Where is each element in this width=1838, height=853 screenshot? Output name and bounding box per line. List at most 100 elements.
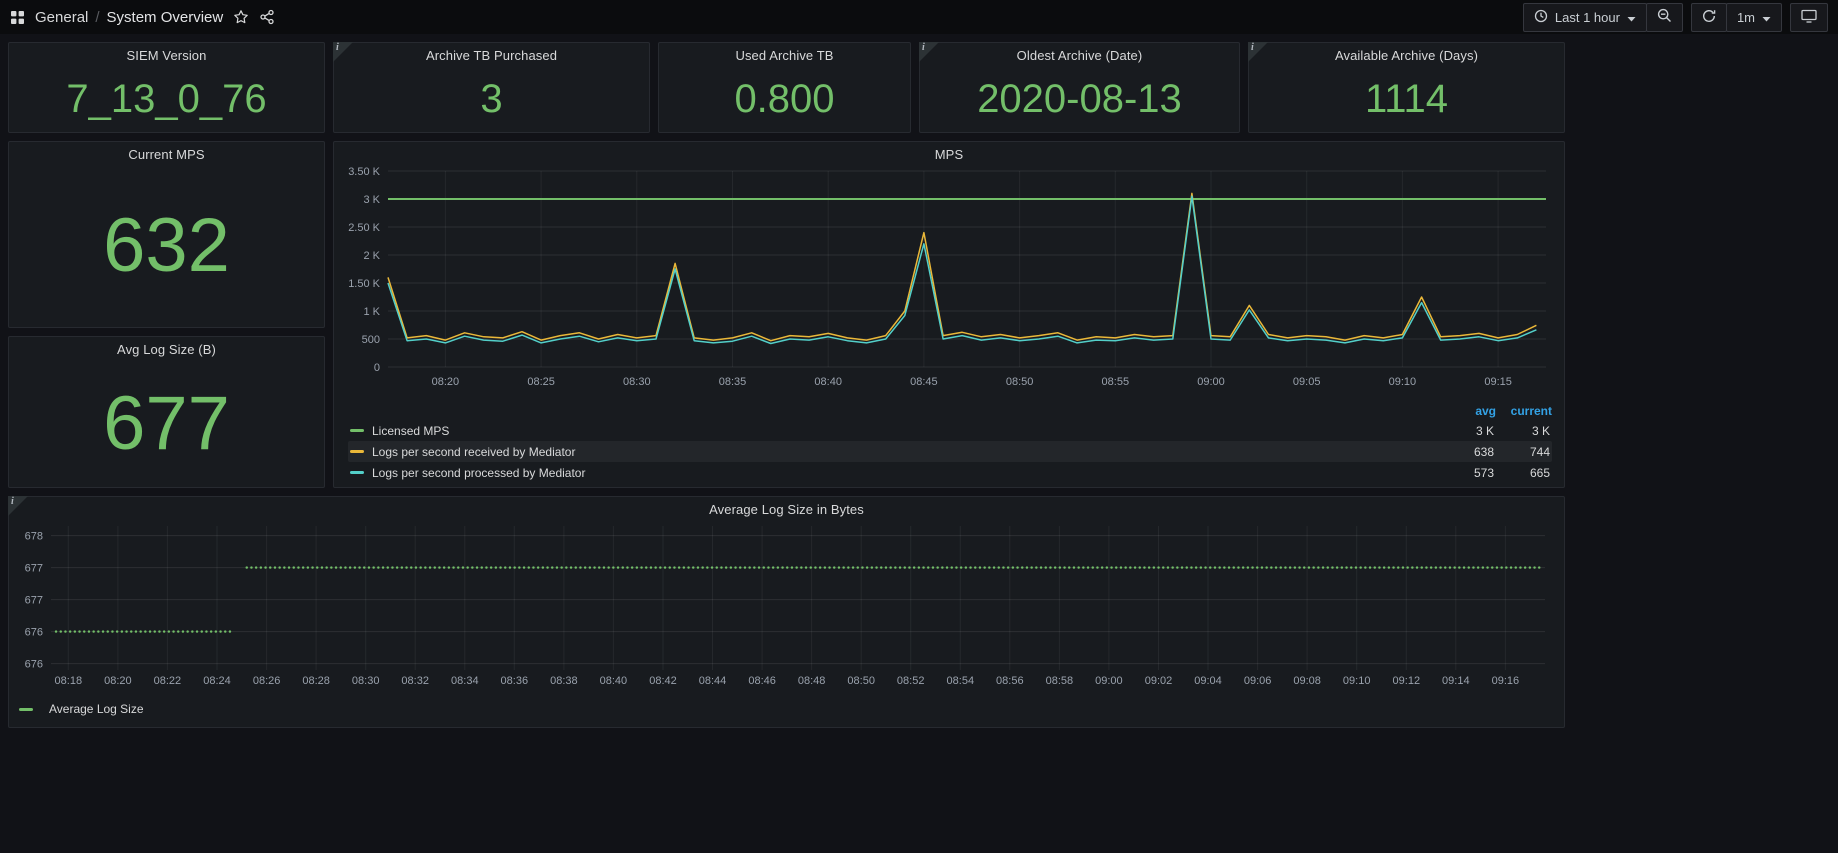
stat-panel-siem-version: SIEM Version 7_13_0_76	[8, 42, 325, 133]
svg-text:676: 676	[25, 659, 43, 671]
avg-log-size-legend: Average Log Size	[19, 699, 1564, 719]
panel-title: Used Archive TB	[659, 43, 910, 66]
svg-text:677: 677	[25, 595, 43, 607]
series-color-marker[interactable]	[350, 450, 364, 453]
stat-value: 632	[103, 208, 230, 284]
dashboards-grid-icon[interactable]	[10, 10, 25, 25]
series-current-value: 744	[1494, 445, 1550, 459]
breadcrumb-folder[interactable]: General	[35, 9, 88, 26]
kiosk-mode-button[interactable]	[1790, 3, 1828, 32]
panel-title: MPS	[334, 142, 1564, 161]
legend-row-received: Logs per second received by Mediator 638…	[348, 441, 1552, 462]
dashboard-title: System Overview	[107, 9, 224, 26]
svg-text:08:26: 08:26	[253, 675, 281, 687]
svg-text:676: 676	[25, 627, 43, 639]
panel-info-icon[interactable]	[8, 496, 28, 516]
series-avg-value: 573	[1438, 466, 1494, 480]
svg-text:09:10: 09:10	[1343, 675, 1371, 687]
svg-text:08:58: 08:58	[1046, 675, 1074, 687]
stat-panel-current-mps: Current MPS 632	[8, 141, 325, 328]
avg-log-size-chart[interactable]: 08:1808:2008:2208:2408:2608:2808:3008:32…	[17, 520, 1556, 699]
panel-title: SIEM Version	[9, 43, 324, 66]
svg-text:08:50: 08:50	[847, 675, 875, 687]
svg-text:08:32: 08:32	[401, 675, 429, 687]
panel-title: Current MPS	[9, 142, 324, 165]
svg-text:08:55: 08:55	[1102, 376, 1130, 388]
legend-header: avg current	[348, 402, 1552, 420]
svg-text:08:56: 08:56	[996, 675, 1024, 687]
legend-col-current[interactable]: current	[1496, 404, 1552, 418]
svg-text:09:06: 09:06	[1244, 675, 1272, 687]
svg-text:09:04: 09:04	[1194, 675, 1222, 687]
svg-text:08:30: 08:30	[623, 376, 651, 388]
svg-text:2.50 K: 2.50 K	[348, 222, 380, 234]
panel-title: Oldest Archive (Date)	[920, 43, 1239, 66]
svg-text:09:14: 09:14	[1442, 675, 1470, 687]
svg-text:08:30: 08:30	[352, 675, 380, 687]
panel-title: Average Log Size in Bytes	[9, 497, 1564, 520]
breadcrumb-separator: /	[95, 9, 99, 26]
svg-text:08:20: 08:20	[104, 675, 132, 687]
stat-value: 0.800	[734, 79, 834, 119]
stat-row: SIEM Version 7_13_0_76 Archive TB Purcha…	[8, 42, 1565, 133]
svg-text:1 K: 1 K	[363, 306, 380, 318]
panel-info-icon[interactable]	[333, 42, 353, 62]
series-label[interactable]: Logs per second received by Mediator	[372, 445, 1438, 459]
star-icon[interactable]	[233, 9, 249, 25]
panel-title: Archive TB Purchased	[334, 43, 649, 66]
stat-value: 3	[480, 79, 502, 119]
series-current-value: 665	[1494, 466, 1550, 480]
svg-text:09:00: 09:00	[1197, 376, 1225, 388]
svg-text:08:18: 08:18	[55, 675, 83, 687]
breadcrumb: General / System Overview	[35, 9, 223, 26]
svg-text:08:46: 08:46	[748, 675, 776, 687]
panel-info-icon[interactable]	[1248, 42, 1268, 62]
clock-icon	[1534, 9, 1548, 26]
monitor-icon	[1801, 9, 1817, 26]
svg-text:08:24: 08:24	[203, 675, 231, 687]
svg-text:08:42: 08:42	[649, 675, 677, 687]
series-label[interactable]: Logs per second processed by Mediator	[372, 466, 1438, 480]
svg-text:3 K: 3 K	[363, 194, 380, 206]
refresh-interval-label: 1m	[1737, 10, 1755, 25]
svg-text:08:54: 08:54	[947, 675, 975, 687]
series-color-marker[interactable]	[350, 429, 364, 432]
series-label[interactable]: Average Log Size	[49, 702, 144, 716]
svg-text:08:35: 08:35	[719, 376, 747, 388]
svg-text:08:44: 08:44	[699, 675, 727, 687]
svg-text:09:16: 09:16	[1492, 675, 1520, 687]
svg-text:08:45: 08:45	[910, 376, 938, 388]
svg-text:08:34: 08:34	[451, 675, 479, 687]
refresh-icon	[1702, 9, 1716, 26]
refresh-button[interactable]	[1691, 3, 1727, 32]
stat-panel-used-archive-tb: Used Archive TB 0.800	[658, 42, 911, 133]
zoom-out-button[interactable]	[1646, 3, 1683, 32]
series-color-marker[interactable]	[350, 471, 364, 474]
svg-text:08:25: 08:25	[527, 376, 555, 388]
panel-title: Avg Log Size (B)	[9, 337, 324, 360]
series-color-marker[interactable]	[19, 708, 33, 711]
mps-chart-panel: MPS 08:2008:2508:3008:3508:4008:4508:500…	[333, 141, 1565, 488]
legend-col-avg[interactable]: avg	[1440, 404, 1496, 418]
mps-chart[interactable]: 08:2008:2508:3008:3508:4008:4508:5008:55…	[342, 161, 1556, 400]
svg-text:677: 677	[25, 563, 43, 575]
share-icon[interactable]	[259, 9, 275, 25]
stat-panel-oldest-archive-date: Oldest Archive (Date) 2020-08-13	[919, 42, 1240, 133]
refresh-interval-dropdown[interactable]: 1m	[1726, 3, 1782, 32]
svg-text:2 K: 2 K	[363, 250, 380, 262]
svg-text:1.50 K: 1.50 K	[348, 278, 380, 290]
left-stat-column: Current MPS 632 Avg Log Size (B) 677	[8, 141, 325, 488]
stat-panel-avg-log-size: Avg Log Size (B) 677	[8, 336, 325, 488]
stat-panel-archive-tb-purchased: Archive TB Purchased 3	[333, 42, 650, 133]
legend-row-processed: Logs per second processed by Mediator 57…	[348, 462, 1552, 483]
panel-info-icon[interactable]	[919, 42, 939, 62]
svg-text:08:22: 08:22	[154, 675, 182, 687]
svg-text:08:36: 08:36	[501, 675, 529, 687]
time-range-picker[interactable]: Last 1 hour	[1523, 3, 1647, 32]
series-label[interactable]: Licensed MPS	[372, 424, 1438, 438]
svg-text:09:10: 09:10	[1389, 376, 1417, 388]
stat-panel-available-archive-days: Available Archive (Days) 1114	[1248, 42, 1565, 133]
svg-text:08:20: 08:20	[432, 376, 460, 388]
svg-text:09:00: 09:00	[1095, 675, 1123, 687]
avg-log-size-chart-panel: Average Log Size in Bytes 08:18 08:20 08:2…	[8, 496, 1565, 728]
